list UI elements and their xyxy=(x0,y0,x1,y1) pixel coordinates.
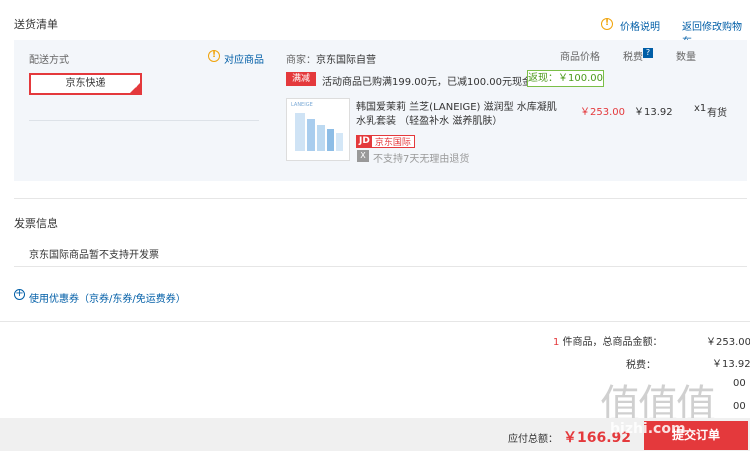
product-tax: ￥13.92 xyxy=(634,107,673,118)
check-icon: ✓ xyxy=(134,82,140,90)
divider xyxy=(29,120,259,121)
shipping-label: 配送方式 xyxy=(29,55,69,66)
item-count-label: 件商品，总商品金额： xyxy=(559,337,663,348)
col-price-header: 商品价格 xyxy=(560,52,600,63)
divider xyxy=(14,198,747,199)
section-title-delivery: 送货清单 xyxy=(14,18,58,31)
use-coupon-link[interactable]: 使用优惠券（京券/东券/免运费券） xyxy=(29,290,186,305)
jd-international-badge: JD 京东国际 xyxy=(356,135,415,148)
section-title-invoice: 发票信息 xyxy=(14,217,58,230)
col-tax-header: 税费 xyxy=(623,52,643,63)
thumb-brand-text: LANEIGE xyxy=(291,102,313,108)
promo-text: 活动商品已购满199.00元，已减100.00元现金 xyxy=(322,77,532,88)
tax-summary-value: ￥13.92 xyxy=(712,359,750,370)
summary-count: 1 件商品，总商品金额： xyxy=(553,333,663,348)
question-icon[interactable]: ? xyxy=(643,48,653,58)
invoice-note: 京东国际商品暂不支持开发票 xyxy=(29,250,159,261)
stock-status: 有货 xyxy=(707,108,727,119)
product-name[interactable]: 韩国爱茉莉 兰芝(LANEIGE) 滋润型 水库凝肌 水乳套装 （轻盈补水 滋养… xyxy=(356,101,557,129)
no-return-icon: X xyxy=(357,150,369,162)
shipping-method-label: 京东快递 xyxy=(65,78,106,89)
expand-plus-icon[interactable]: + xyxy=(14,289,25,300)
divider xyxy=(14,266,747,267)
promo-tag: 满减 xyxy=(286,72,316,86)
seller-label: 商家： xyxy=(286,55,316,66)
price-note-link[interactable]: 价格说明 xyxy=(620,18,660,33)
info-icon[interactable]: ! xyxy=(601,18,613,30)
jd-logo-icon: JD xyxy=(357,136,372,147)
product-qty: x1 xyxy=(694,103,707,114)
jd-international-label: 京东国际 xyxy=(374,138,411,148)
watermark-site: bizhi.com xyxy=(610,421,686,437)
seller-name: 京东国际自营 xyxy=(316,55,376,66)
shipping-method-jd-express[interactable]: 京东快递 ✓ xyxy=(29,73,142,95)
no-return-text: 不支持7天无理由退货 xyxy=(373,154,470,165)
summary-row4-value: 00 xyxy=(733,401,746,412)
goods-total: ￥253.00 xyxy=(706,337,750,348)
divider xyxy=(0,321,750,322)
tax-summary-label: 税费： xyxy=(626,360,656,371)
product-thumbnail[interactable]: LANEIGE xyxy=(286,98,350,161)
col-qty-header: 数量 xyxy=(676,52,696,63)
total-label: 应付总额： xyxy=(508,434,558,445)
corresponding-items-link[interactable]: 对应商品 xyxy=(224,51,264,66)
product-price: ￥253.00 xyxy=(580,107,625,118)
product-name-line2: 水乳套装 （轻盈补水 滋养肌肤） xyxy=(356,116,503,127)
info-icon: ! xyxy=(208,50,220,62)
cashback-badge: 返现：￥100.00 xyxy=(527,70,604,87)
product-name-line1: 韩国爱茉莉 兰芝(LANEIGE) 滋润型 水库凝肌 xyxy=(356,102,557,113)
summary-row3-value: 00 xyxy=(733,378,746,389)
